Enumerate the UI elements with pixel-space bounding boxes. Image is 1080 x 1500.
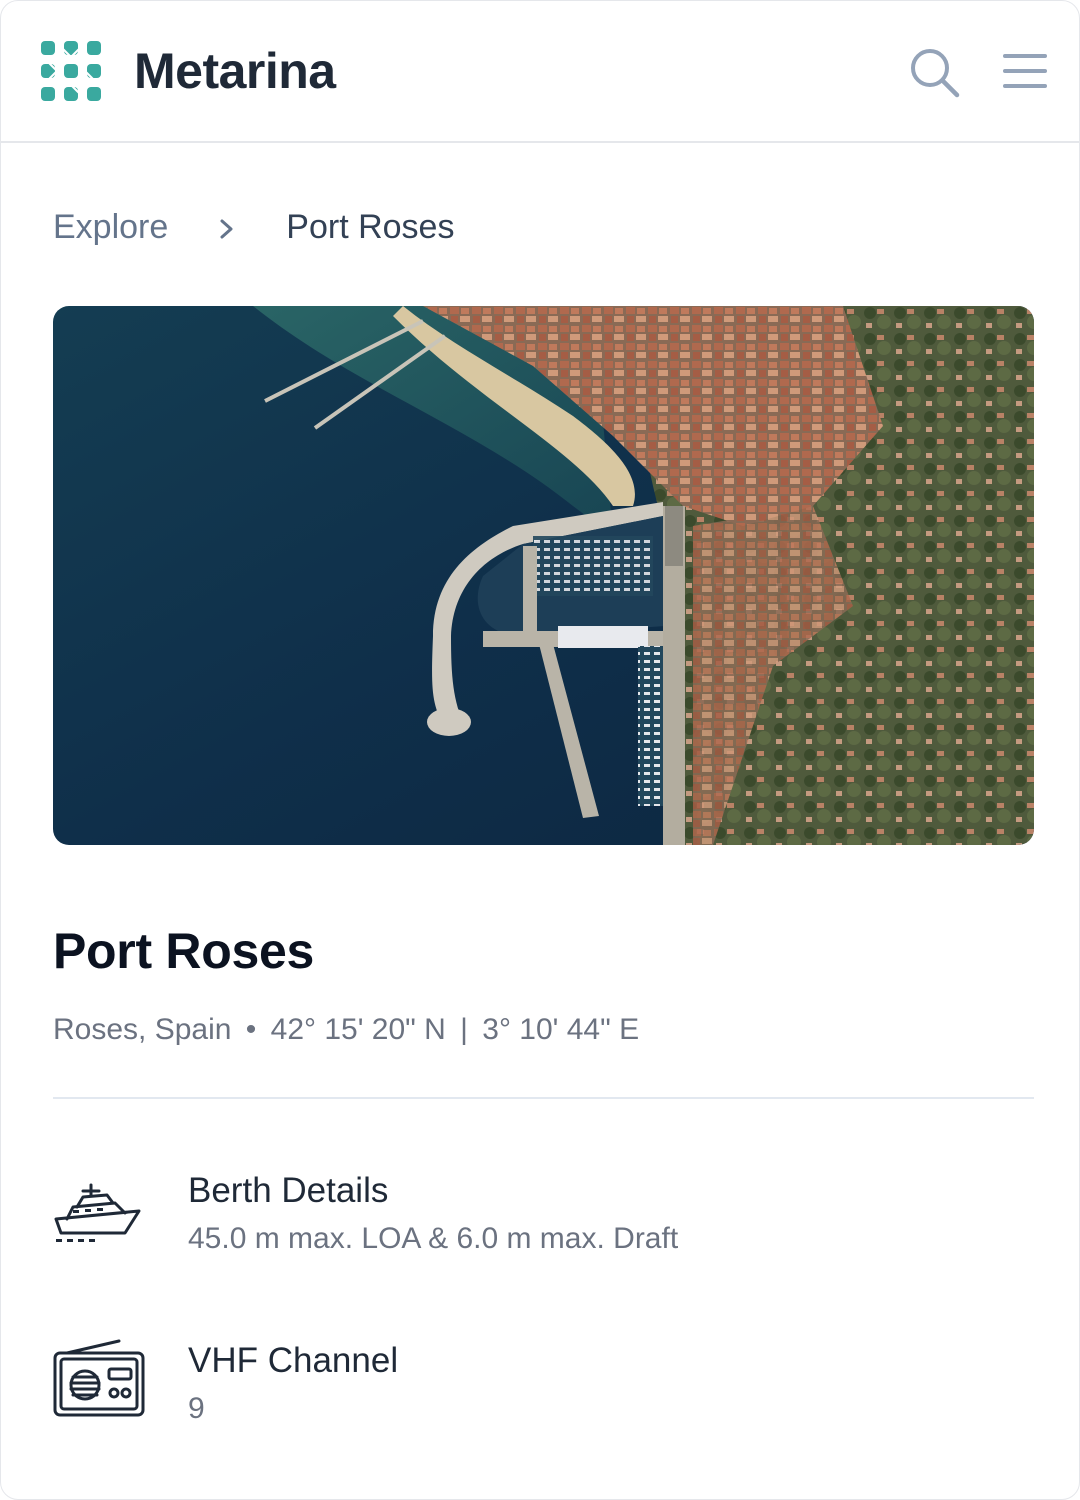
longitude-text: 3° 10' 44" E	[482, 1013, 640, 1046]
search-button[interactable]	[907, 45, 963, 101]
divider	[53, 1097, 1034, 1099]
search-icon	[911, 49, 960, 98]
chevron-right-icon	[218, 213, 236, 241]
location-coordinates: Roses, Spain • 42° 15' 20" N | 3° 10' 44…	[53, 1009, 639, 1051]
brand-name[interactable]: Metarina	[134, 39, 336, 103]
page: Metarina Explore Port Roses Port Roses R…	[0, 0, 1080, 1500]
berth-details-value: 45.0 m max. LOA & 6.0 m max. Draft	[188, 1222, 679, 1255]
radio-icon	[53, 1339, 145, 1419]
menu-button[interactable]	[1001, 49, 1049, 93]
coordinate-separator: |	[460, 1013, 468, 1046]
grid-logo-icon[interactable]	[39, 39, 103, 103]
aerial-satellite-photo	[53, 306, 1034, 845]
yacht-icon	[53, 1181, 145, 1261]
location-text: Roses, Spain	[53, 1013, 232, 1046]
berth-details-row: Berth Details 45.0 m max. LOA & 6.0 m ma…	[53, 1169, 1033, 1269]
hamburger-menu-icon	[1003, 54, 1047, 88]
vhf-channel-label: VHF Channel	[188, 1341, 399, 1380]
berth-details-label: Berth Details	[188, 1171, 389, 1210]
breadcrumb-explore-link[interactable]: Explore	[53, 208, 168, 247]
breadcrumb: Explore Port Roses	[53, 203, 454, 251]
latitude-text: 42° 15' 20" N	[270, 1013, 446, 1046]
breadcrumb-current: Port Roses	[286, 207, 455, 246]
page-title: Port Roses	[53, 923, 314, 979]
bullet-separator: •	[245, 1013, 257, 1046]
vhf-channel-row: VHF Channel 9	[53, 1339, 1033, 1439]
top-bar: Metarina	[1, 1, 1079, 143]
vhf-channel-value: 9	[188, 1392, 205, 1425]
